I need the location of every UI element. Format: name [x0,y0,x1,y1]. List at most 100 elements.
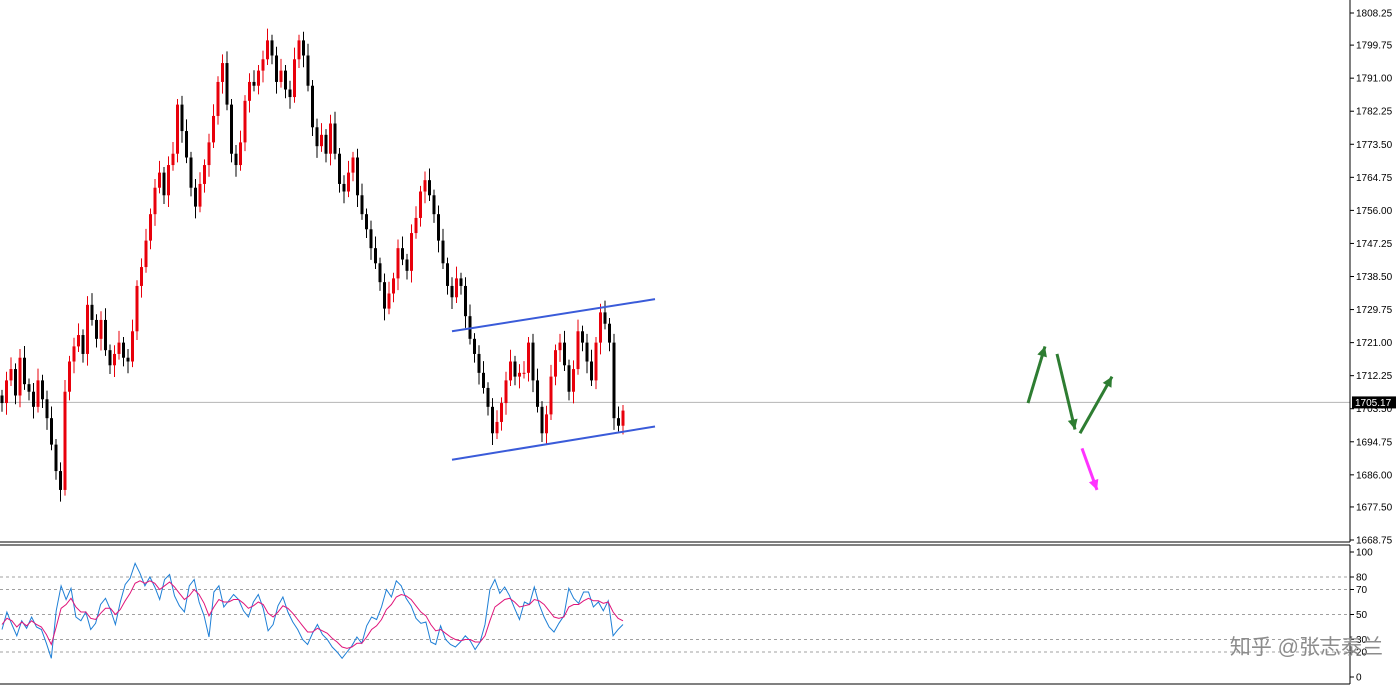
candle-body [225,63,229,105]
candle-body [302,40,305,56]
candle [360,183,364,220]
candle [576,319,580,375]
candle-body [27,384,31,392]
candle-body [117,342,121,354]
candle [405,253,409,280]
candle [221,54,224,94]
candle [126,349,130,374]
candle [270,34,274,65]
candle [207,133,211,177]
candle [59,462,62,502]
main-y-tick-label: 1756.00 [1356,206,1393,217]
candle-body [180,104,184,132]
candle-body [126,357,130,362]
candle-body [252,81,256,86]
candle-body [306,55,310,86]
candle [401,236,404,266]
candle-body [459,278,463,286]
candle [464,277,467,328]
main-y-tick-label: 1668.75 [1356,536,1393,547]
candle [338,148,341,193]
candle-body [131,331,134,362]
candle-body [194,187,197,207]
candle [257,64,260,95]
candle [131,319,134,368]
candle-body [342,183,346,192]
candle-body [167,165,170,196]
candle [599,303,602,355]
projection-arrow-shaft [1055,353,1077,430]
candle-body [261,59,265,71]
candle-body [347,172,350,192]
candle [446,257,449,295]
candle [432,189,436,223]
candle [288,80,292,109]
candle-body [275,55,278,82]
projection-arrow [1026,345,1047,404]
candle [99,311,103,351]
oscillator-y-tick-label: 70 [1356,585,1368,596]
candle-body [599,312,602,343]
candle-body [185,131,188,158]
candle [122,336,125,367]
candle-body [248,81,251,101]
candle [612,333,616,430]
candle-body [518,372,521,377]
candle-body [522,372,526,374]
candle [347,160,350,198]
candle-body [392,278,395,294]
candle-body [77,335,80,347]
candle [9,357,13,387]
candle-body [365,214,368,230]
candle-body [149,214,152,241]
candle-body [171,153,175,166]
candle [293,47,296,103]
trading-chart: 1808.25 1799.75 1791.00 1782.25 1773.50 1764.… [0,0,1399,687]
candle-body [68,361,71,392]
main-y-tick-label: 1747.25 [1356,239,1393,250]
candle-body [396,248,400,279]
candle-body [590,361,593,381]
candlestick-series [0,28,625,502]
candle-body [509,361,512,381]
candle [491,398,494,445]
candle [239,130,242,171]
candle-body [369,229,373,249]
candle-body [486,387,490,407]
main-y-tick-label: 1808.25 [1356,9,1393,20]
oscillator-panel [0,0,1351,685]
candle-body [576,331,580,370]
main-y-tick-label: 1738.50 [1356,272,1393,283]
main-y-tick-label: 1791.00 [1356,74,1393,85]
candle-body [216,81,220,116]
oscillator-y-axis: 10080705030200 [1350,548,1373,684]
candle-body [351,157,355,173]
candle-body [221,63,224,82]
projection-arrow [1078,375,1114,435]
candle-body [482,372,485,388]
candle-body [176,104,179,154]
candle-body [356,157,359,196]
candle [378,257,382,291]
candle-body [360,195,364,215]
candle-body [153,187,157,215]
oscillator-y-tick-label: 0 [1356,673,1362,684]
candle-body [540,406,544,434]
candle [261,50,265,83]
candle-body [320,134,323,147]
candle [5,371,8,415]
candle [536,368,539,413]
candle-body [378,263,382,283]
candle-body [104,319,107,351]
candle-body [45,399,49,419]
candle [54,438,58,480]
candle [450,277,454,309]
candle [153,179,157,226]
candle-body [563,342,566,366]
oscillator-y-tick-label: 100 [1356,548,1373,559]
candle-body [18,357,22,396]
candle-body [203,165,206,184]
candle [590,349,593,387]
candle-body [207,142,211,166]
candle [329,114,332,166]
